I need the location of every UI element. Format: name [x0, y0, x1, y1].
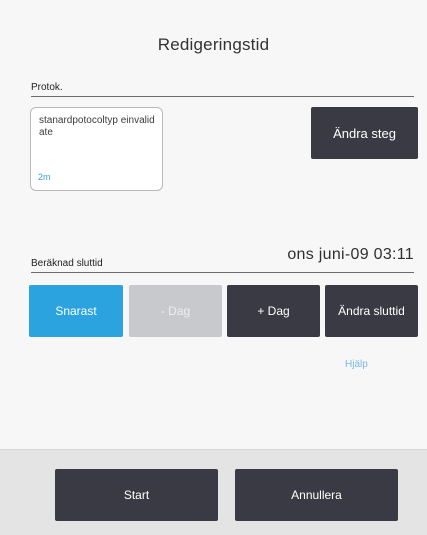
protocol-card[interactable]: stanardpotocoltyp einvalidate 2m: [30, 107, 163, 191]
end-time-divider: [31, 272, 414, 273]
protocol-section-label: Protok.: [31, 82, 63, 93]
protocol-name: stanardpotocoltyp einvalidate: [39, 115, 155, 138]
dialog-footer: Start Annullera: [0, 449, 427, 535]
change-end-time-button[interactable]: Ändra sluttid: [325, 285, 418, 337]
dialog-title: Redigeringstid: [157, 35, 270, 54]
protocol-divider: [31, 96, 414, 97]
edit-step-button[interactable]: Ändra steg: [311, 107, 418, 159]
minus-day-button[interactable]: - Dag: [129, 285, 222, 337]
protocol-duration: 2m: [38, 172, 51, 182]
start-button[interactable]: Start: [55, 469, 218, 521]
end-time-label: Beräknad sluttid: [31, 258, 103, 269]
cancel-button[interactable]: Annullera: [235, 469, 398, 521]
asap-button[interactable]: Snarast: [29, 285, 123, 337]
end-time-value: ons juni-09 03:11: [287, 246, 414, 263]
help-link[interactable]: Hjälp: [345, 359, 368, 370]
edit-time-dialog: Redigeringstid Protok. stanardpotocoltyp…: [0, 0, 427, 535]
plus-day-button[interactable]: + Dag: [227, 285, 320, 337]
